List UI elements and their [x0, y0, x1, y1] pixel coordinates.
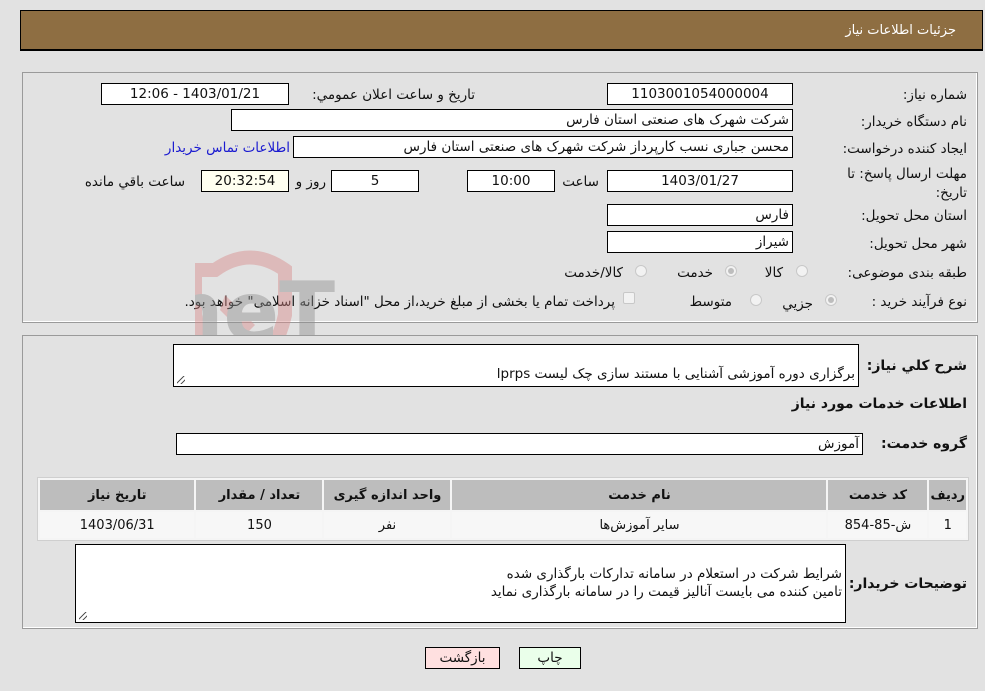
print-button[interactable]: چاپ: [519, 647, 581, 669]
need-number-field: 1103001054000004: [607, 83, 793, 105]
process-label: نوع فرآیند خرید :: [871, 294, 967, 310]
category-option-goods: کالا: [764, 265, 783, 281]
category-radio-service[interactable]: [725, 265, 737, 277]
back-button[interactable]: بازگشت: [425, 647, 500, 669]
province-field: فارس: [607, 204, 793, 226]
col-service-code: کد خدمت: [828, 480, 928, 510]
cell-quantity: 150: [196, 512, 323, 538]
deadline-time-field: 10:00: [467, 170, 555, 192]
remaining-label: ساعت باقي مانده: [84, 174, 185, 190]
days-label: روز و: [295, 174, 326, 190]
service-group-label: گروه خدمت:: [881, 436, 967, 452]
category-radio-goods-service[interactable]: [635, 265, 647, 277]
process-option-minor: جزیي: [782, 296, 813, 312]
description-label: شرح کلي نیاز:: [866, 358, 967, 374]
buyer-notes-textarea[interactable]: شرایط شرکت در استعلام در سامانه تدارکات …: [75, 544, 846, 623]
province-label: استان محل تحویل:: [861, 208, 967, 224]
service-group-field: آموزش: [176, 433, 863, 455]
buyer-org-label: نام دستگاه خریدار:: [860, 114, 967, 130]
col-need-date: تاریخ نیاز: [40, 480, 195, 510]
table-row: 1 ش-85-854 سایر آموزش‌ها نفر 150 1403/06…: [40, 512, 966, 538]
services-section-title: اطلاعات خدمات مورد نیاز: [791, 396, 967, 412]
col-row-number: ردیف: [929, 480, 966, 510]
city-label: شهر محل تحویل:: [869, 236, 967, 252]
treasury-checkbox[interactable]: [623, 292, 635, 304]
city-field: شیراز: [607, 231, 793, 253]
deadline-label: مهلت ارسال پاسخ: تا تاریخ:: [847, 166, 967, 201]
resize-grip-icon[interactable]: [79, 612, 87, 620]
category-radio-goods[interactable]: [796, 265, 808, 277]
page-title: جزئیات اطلاعات نیاز: [845, 23, 956, 38]
page-header: جزئیات اطلاعات نیاز: [20, 10, 983, 51]
days-remaining-field: 5: [331, 170, 419, 192]
remaining-time-field: 20:32:54: [201, 170, 289, 192]
process-option-medium: متوسط: [689, 294, 732, 310]
creator-field: محسن جباری نسب کارپرداز شرکت شهرک های صن…: [293, 136, 793, 158]
col-unit: واحد اندازه گیری: [324, 480, 451, 510]
creator-label: ایجاد کننده درخواست:: [842, 141, 967, 157]
buyer-notes-label: توضیحات خریدار:: [848, 576, 967, 592]
buyer-notes-text: شرایط شرکت در استعلام در سامانه تدارکات …: [490, 566, 842, 600]
cell-service-name: سایر آموزش‌ها: [452, 512, 827, 538]
resize-grip-icon[interactable]: [177, 376, 185, 384]
category-option-service: خدمت: [677, 265, 713, 281]
category-label: طبقه بندی موضوعی:: [847, 265, 967, 281]
services-table: ردیف کد خدمت نام خدمت واحد اندازه گیری ت…: [37, 477, 969, 541]
cell-unit: نفر: [324, 512, 451, 538]
process-radio-minor[interactable]: [825, 294, 837, 306]
description-textarea[interactable]: برگزاری دوره آموزشی آشنایی با مستند سازی…: [173, 344, 859, 387]
table-header-row: ردیف کد خدمت نام خدمت واحد اندازه گیری ت…: [40, 480, 966, 510]
col-quantity: تعداد / مقدار: [196, 480, 323, 510]
deadline-date-field: 1403/01/27: [607, 170, 793, 192]
treasury-note: پرداخت تمام یا بخشی از مبلغ خرید،از محل …: [184, 294, 615, 310]
buyer-contact-link[interactable]: اطلاعات تماس خریدار: [165, 140, 290, 156]
category-option-goods-service: کالا/خدمت: [564, 265, 623, 281]
col-service-name: نام خدمت: [452, 480, 827, 510]
buyer-org-field: شرکت شهرک های صنعتی استان فارس: [231, 109, 793, 131]
need-number-label: شماره نیاز:: [902, 87, 967, 103]
cell-row-number: 1: [929, 512, 966, 538]
announce-label: تاریخ و ساعت اعلان عمومي:: [312, 87, 475, 103]
cell-need-date: 1403/06/31: [40, 512, 195, 538]
cell-service-code: ش-85-854: [828, 512, 928, 538]
announce-datetime-field: 1403/01/21 - 12:06: [101, 83, 289, 105]
description-text: برگزاری دوره آموزشی آشنایی با مستند سازی…: [496, 366, 855, 382]
deadline-time-label: ساعت: [562, 174, 599, 190]
process-radio-medium[interactable]: [750, 294, 762, 306]
